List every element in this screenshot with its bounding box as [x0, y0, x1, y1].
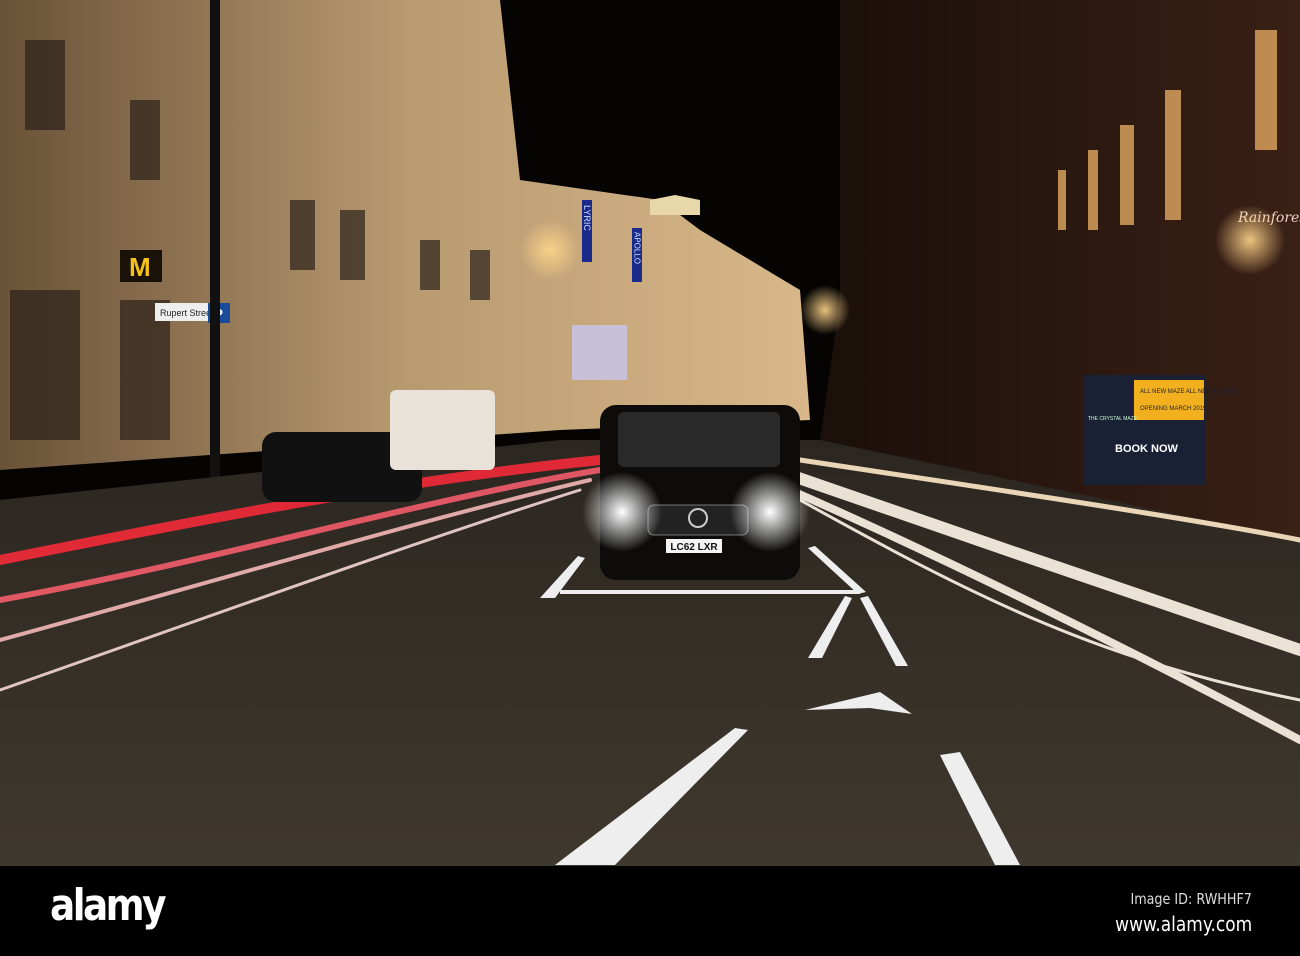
svg-text:M: M — [129, 252, 151, 282]
street-night-photo: LYRIC APOLLO M Rupert Street P ALL NEW M… — [0, 0, 1300, 866]
watermark-footer: alamy Image ID: RWHHF7 www.alamy.com — [0, 866, 1300, 956]
svg-text:Rupert Street: Rupert Street — [160, 308, 214, 318]
image-id: Image ID: RWHHF7 — [1130, 890, 1252, 908]
parked-van — [390, 390, 495, 470]
svg-text:ALL NEW MAZE ALL NEW GAMES!: ALL NEW MAZE ALL NEW GAMES! — [1140, 389, 1237, 395]
svg-text:BOOK NOW: BOOK NOW — [1115, 443, 1179, 455]
svg-text:THE CRYSTAL MAZE: THE CRYSTAL MAZE — [1088, 416, 1138, 422]
svg-text:OPENING MARCH 2019!: OPENING MARCH 2019! — [1140, 406, 1208, 412]
svg-text:LYRIC: LYRIC — [582, 205, 592, 231]
poster — [572, 325, 627, 380]
svg-text:LC62 LXR: LC62 LXR — [670, 542, 718, 553]
alamy-logo: alamy — [50, 880, 166, 931]
svg-text:APOLLO: APOLLO — [633, 232, 642, 264]
site-url: www.alamy.com — [1114, 912, 1252, 936]
mercedes-van: LC62 LXR — [582, 405, 810, 580]
lamp-post — [210, 0, 220, 520]
